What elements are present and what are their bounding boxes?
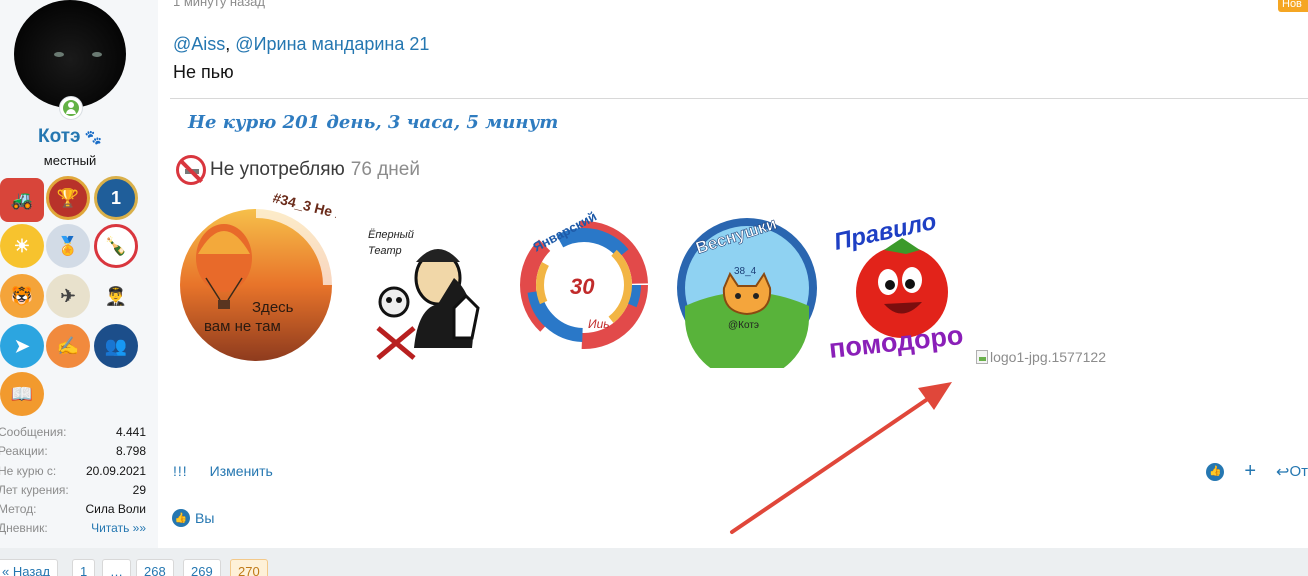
paw-icon: 🐾 [84,129,102,145]
post-time[interactable]: 1 минуту назад [173,0,265,9]
signature-stickers: #34_3 Не ХУХРЫ-МУХРЫ Здесь вам не там Ёп… [176,188,976,368]
freckles-sticker[interactable]: Веснушки 38_4 @Котэ [672,208,822,368]
plus-icon[interactable]: + [1244,460,1256,483]
book-badge-icon[interactable]: 📖 [0,372,44,416]
balloon-sticker[interactable]: #34_3 Не ХУХРЫ-МУХРЫ Здесь вам не там [176,188,336,368]
smoke-free-counter: Не курю 201 день, 3 часа, 5 минут [188,112,559,133]
pilot-badge-icon[interactable]: 👨‍✈️ [94,274,138,318]
online-status-icon [59,96,83,120]
stat-diary: Дневник: Читать »» [0,519,146,538]
no-alcohol-badge-icon[interactable]: 🍾 [94,224,138,268]
people-badge-icon[interactable]: 👥 [94,324,138,368]
avatar[interactable] [14,0,126,108]
telegram-badge-icon[interactable]: ➤ [0,324,44,368]
user-panel: Котэ 🐾 местный 🚜 🏆 1 ☀ 🏅 🍾 🐯 ✈ 👨‍✈️ ➤ ✍ 👥… [0,0,158,548]
reply-button[interactable]: От [1289,463,1308,480]
reaction-user[interactable]: Вы [195,510,214,526]
trophy-badge-icon[interactable]: 🏆 [46,176,90,220]
writer-badge-icon[interactable]: ✍ [46,324,90,368]
sober-counter: Не употребляю 76 дней [176,155,420,185]
mention-link[interactable]: @Ирина мандарина 21 [235,34,429,54]
reactions-bar: 👍 Вы [172,509,214,527]
page-button[interactable]: 269 [183,559,221,576]
sticker1-text: Здесь [252,299,294,316]
prev-page-button[interactable]: « Назад [0,559,59,576]
stat-method: Метод: Сила Воли [0,502,146,517]
sticker4-sub: 38_4 [734,266,757,277]
sun-badge-icon[interactable]: ☀ [0,224,44,268]
tractor-badge-icon[interactable]: 🚜 [0,178,44,222]
medal-badge-icon[interactable]: 🏅 [46,224,90,268]
user-title: местный [43,153,97,168]
broken-image: logo1-jpg.1577122 [976,349,1106,365]
sticker4-tag: @Котэ [728,320,759,331]
sticker1-text: вам не там [204,318,281,335]
sticker3-number: 30 [570,274,595,299]
pagination: « Назад 1 … 268 269 270 [0,556,1308,576]
sticker5-text: помодоро [827,320,964,364]
post-actions: !!! Изменить [173,463,273,479]
no-smoking-icon [176,155,206,185]
stat-quit-date: Не курю с: 20.09.2021 [0,463,146,478]
current-page-button[interactable]: 270 [230,559,268,576]
theatre-sticker[interactable]: Ёперный Театр [354,208,494,368]
pomodoro-sticker[interactable]: Правило помодоро [826,208,976,368]
message-body: 1 минуту назад Нов @Aiss, @Ирина мандари… [158,0,1308,548]
avatar-eye [92,52,102,57]
january-sticker[interactable]: Январский 30 Ииь [514,210,654,360]
sticker2-text: Ёперный [368,229,414,241]
mentions: @Aiss, @Ирина мандарина 21 [173,34,430,54]
signature-divider [170,98,1308,99]
user-stats: Сообщения: 4.441 Реакции: 8.798 Не курю с:… [0,423,146,539]
message-text: Не пью [173,62,234,82]
plane-badge-icon[interactable]: ✈ [46,274,90,318]
new-badge: Нов [1278,0,1308,12]
sticker2-text: Театр [368,245,402,257]
page-button[interactable]: 1 [72,559,96,576]
avatar-eye [54,52,64,57]
broken-image-icon [976,350,988,364]
page-ellipsis[interactable]: … [102,559,131,576]
stat-reactions: Реакции: 8.798 [0,444,146,459]
reply-icon[interactable]: ↩ [1276,462,1289,482]
page-button[interactable]: 268 [136,559,174,576]
number-one-badge-icon[interactable]: 1 [94,176,138,220]
stat-smoking-years: Лет курения: 29 [0,482,146,497]
post-actions-right: 👍 + ↩ От [1206,460,1308,483]
tiger-badge-icon[interactable]: 🐯 [0,274,44,318]
sticker5-text: Правило [832,208,939,256]
sticker3-text: Ииь [588,317,610,331]
more-options-button[interactable]: !!! [173,463,188,479]
stat-messages: Сообщения: 4.441 [0,425,146,439]
edit-button[interactable]: Изменить [210,463,273,479]
like-icon[interactable]: 👍 [1206,462,1225,481]
username[interactable]: Котэ 🐾 [0,126,140,148]
like-icon: 👍 [172,509,190,527]
mention-link[interactable]: @Aiss [173,34,225,54]
annotation-arrow [730,382,952,534]
diary-link[interactable]: Читать »» [91,519,146,538]
